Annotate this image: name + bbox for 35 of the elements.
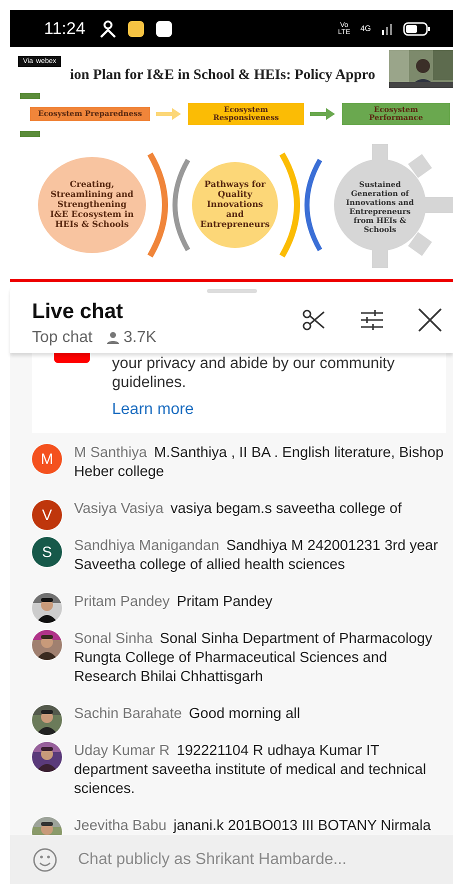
- learn-more-link[interactable]: Learn more: [112, 400, 194, 419]
- chat-mode-dropdown[interactable]: Top chat: [32, 329, 92, 347]
- chat-message: Sonal Sinha Sonal Sinha Department of Pharmacology Rungta College of Pharmaceutical Sciences and Research Bhilai Chhattisgarh: [74, 630, 434, 687]
- close-icon[interactable]: [417, 306, 443, 332]
- battery-icon: [403, 22, 430, 36]
- slide-title: ion Plan for I&E in School & HEIs: Policy Appro: [70, 67, 376, 84]
- notice-text: your privacy and abide by our community guidelines.: [112, 354, 396, 392]
- logo-icon: [54, 353, 90, 363]
- chat-title: Live chat: [32, 300, 124, 324]
- app-icon: [128, 20, 144, 36]
- viewer-count: 3.7K: [123, 329, 156, 347]
- objective-ellipse: Creating, Streamlining and Strengthening I&E Ecosystem in HEIs & Schools: [38, 157, 146, 253]
- arrow-icon: [156, 108, 181, 120]
- drag-handle[interactable]: [206, 289, 256, 293]
- chat-message: Sachin Barahate Good morning all: [74, 705, 300, 724]
- signal-icon: [382, 24, 392, 34]
- objective-tag: [20, 131, 40, 137]
- goal-tag: [20, 93, 40, 99]
- network-label: 4G: [360, 24, 371, 33]
- chat-message: Uday Kumar R 192221104 R udhaya Kumar IT department saveetha institute of medical and technical sciences.: [74, 742, 428, 799]
- chat-message: Vasiya Vasiya vasiya begam.s saveetha college of: [74, 500, 402, 519]
- arrow-icon: [310, 108, 335, 120]
- person-icon: [100, 20, 116, 38]
- objective-ellipse: Pathways for Quality Innovations and Entrepreneurs: [192, 162, 278, 248]
- avatar: M: [32, 444, 62, 474]
- chat-message: Sandhiya Manigandan Sandhiya M 242001231 3rd year Saveetha college of allied health sciences: [74, 537, 440, 575]
- scissors-icon[interactable]: [301, 306, 327, 332]
- emoji-icon[interactable]: [32, 846, 58, 872]
- viewers-icon: [107, 332, 120, 344]
- chat-message: M Santhiya M.Santhiya , II BA . English literature, Bishop Heber college: [74, 444, 445, 482]
- avatar: S: [32, 537, 62, 567]
- avatar: V: [32, 500, 62, 530]
- clock-time: 11:24: [44, 18, 86, 38]
- chat-message: Jeevitha Babu janani.k 201BO013 III BOTANY Nirmala: [74, 817, 431, 835]
- chat-message: Pritam Pandey Pritam Pandey: [74, 593, 272, 612]
